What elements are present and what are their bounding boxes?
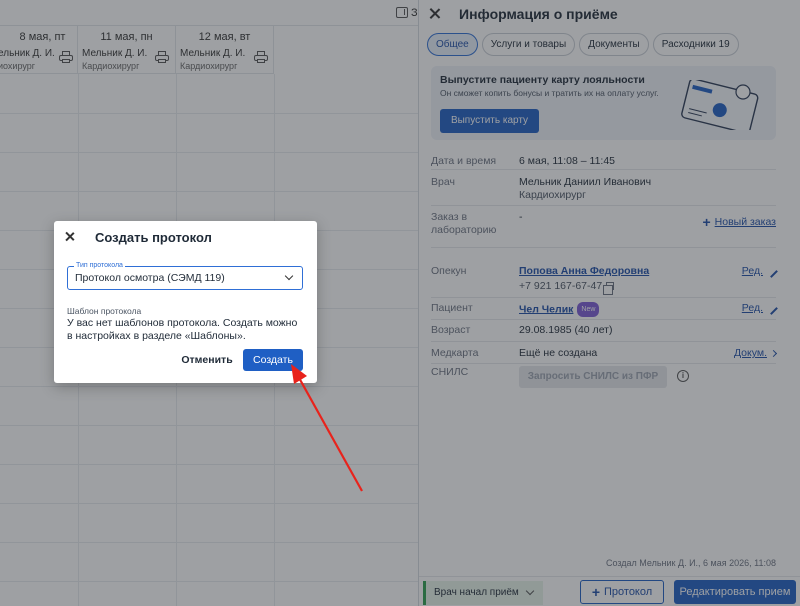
template-message: У вас нет шаблонов протокола. Создать мо… <box>67 317 298 342</box>
protocol-type-label: Тип протокола <box>74 262 125 269</box>
create-protocol-dialog: Создать протокол Тип протокола Протокол … <box>54 221 317 383</box>
cancel-button[interactable]: Отменить <box>179 349 235 371</box>
template-label: Шаблон протокола <box>67 306 142 316</box>
chevron-down-icon <box>284 271 294 281</box>
dialog-title: Создать протокол <box>95 230 212 245</box>
protocol-type-select[interactable]: Тип протокола Протокол осмотра (СЭМД 119… <box>67 262 303 290</box>
protocol-type-value: Протокол осмотра (СЭМД 119) <box>75 272 225 284</box>
create-button[interactable]: Создать <box>243 349 303 371</box>
close-icon[interactable] <box>63 230 77 244</box>
